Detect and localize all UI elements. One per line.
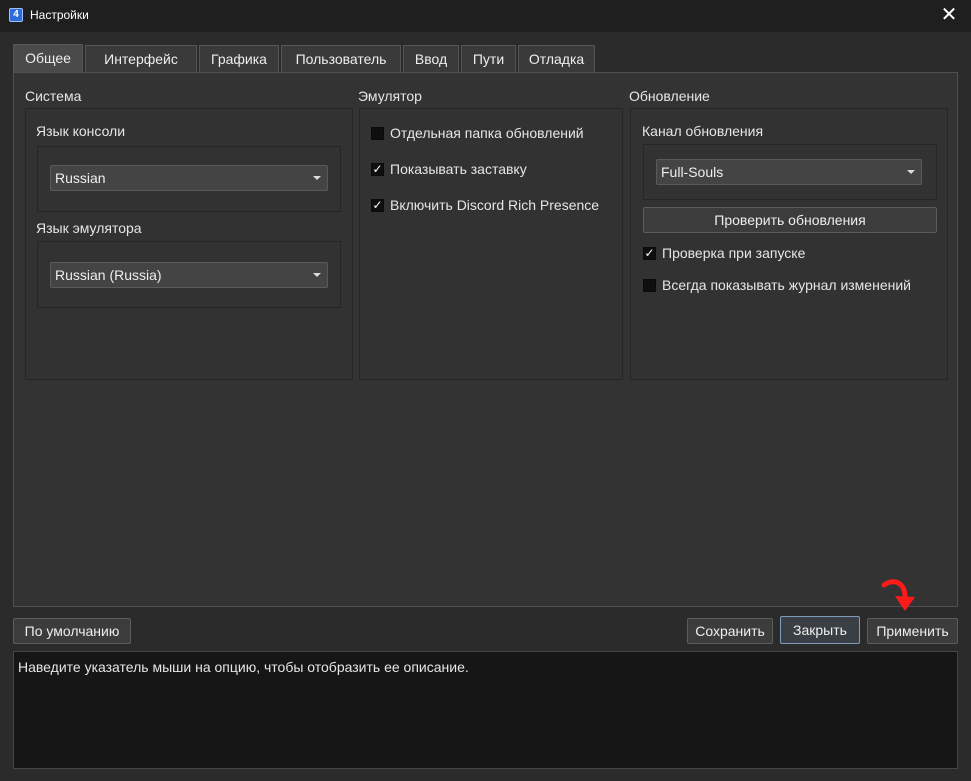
always-show-changelog-label: Всегда показывать журнал изменений [662, 277, 911, 293]
tab-graphics[interactable]: Графика [199, 45, 279, 72]
check-updates-button[interactable]: Проверить обновления [643, 207, 937, 233]
console-language-box: Russian [37, 146, 341, 212]
system-group: Язык консоли Russian Язык эмулятора Russ… [25, 108, 353, 380]
update-channel-select[interactable]: Full-Souls [656, 159, 922, 185]
separate-update-folder-label: Отдельная папка обновлений [390, 125, 584, 141]
tab-general[interactable]: Общее [13, 44, 83, 72]
update-group-title: Обновление [629, 88, 710, 104]
app-icon: 4 [9, 8, 23, 22]
check-on-startup-checkbox[interactable]: ✓ [643, 247, 656, 260]
update-group: Канал обновления Full-Souls Проверить об… [630, 108, 948, 380]
tab-interface[interactable]: Интерфейс [85, 45, 197, 72]
annotation-arrow-icon [881, 579, 915, 611]
update-channel-box: Full-Souls [643, 144, 937, 200]
defaults-button[interactable]: По умолчанию [13, 618, 131, 644]
save-button[interactable]: Сохранить [687, 618, 773, 644]
chevron-down-icon [313, 273, 321, 277]
window-title: Настройки [30, 8, 89, 22]
console-language-value: Russian [55, 170, 106, 186]
close-icon[interactable]: ✕ [937, 3, 961, 27]
show-splash-label: Показывать заставку [390, 161, 527, 177]
title-bar: 4 Настройки ✕ [0, 0, 971, 32]
emulator-language-select[interactable]: Russian (Russia) [50, 262, 328, 288]
emulator-language-label: Язык эмулятора [36, 220, 142, 236]
apply-button[interactable]: Применить [867, 618, 958, 644]
emulator-group-title: Эмулятор [358, 88, 422, 104]
update-channel-label: Канал обновления [642, 123, 764, 139]
discord-rich-presence-label: Включить Discord Rich Presence [390, 197, 600, 213]
console-language-select[interactable]: Russian [50, 165, 328, 191]
description-box: Наведите указатель мыши на опцию, чтобы … [13, 651, 958, 769]
show-splash-checkbox[interactable]: ✓ [371, 163, 384, 176]
discord-rich-presence-checkbox[interactable]: ✓ [371, 199, 384, 212]
separate-update-folder-checkbox[interactable] [371, 127, 384, 140]
description-text: Наведите указатель мыши на опцию, чтобы … [18, 659, 469, 675]
tab-input[interactable]: Ввод [403, 45, 459, 72]
emulator-group: Отдельная папка обновлений ✓ Показывать … [359, 108, 623, 380]
tab-user[interactable]: Пользователь [281, 45, 401, 72]
tab-paths[interactable]: Пути [461, 45, 516, 72]
always-show-changelog-checkbox[interactable] [643, 279, 656, 292]
update-channel-value: Full-Souls [661, 164, 724, 180]
console-language-label: Язык консоли [36, 123, 126, 139]
chevron-down-icon [313, 176, 321, 180]
system-group-title: Система [25, 88, 82, 104]
check-on-startup-label: Проверка при запуске [662, 245, 806, 261]
settings-panel: Система Язык консоли Russian Язык эмулят… [13, 72, 958, 607]
emulator-language-box: Russian (Russia) [37, 241, 341, 308]
tab-debug[interactable]: Отладка [518, 45, 595, 72]
chevron-down-icon [907, 170, 915, 174]
emulator-language-value: Russian (Russia) [55, 267, 162, 283]
close-button[interactable]: Закрыть [780, 616, 860, 644]
